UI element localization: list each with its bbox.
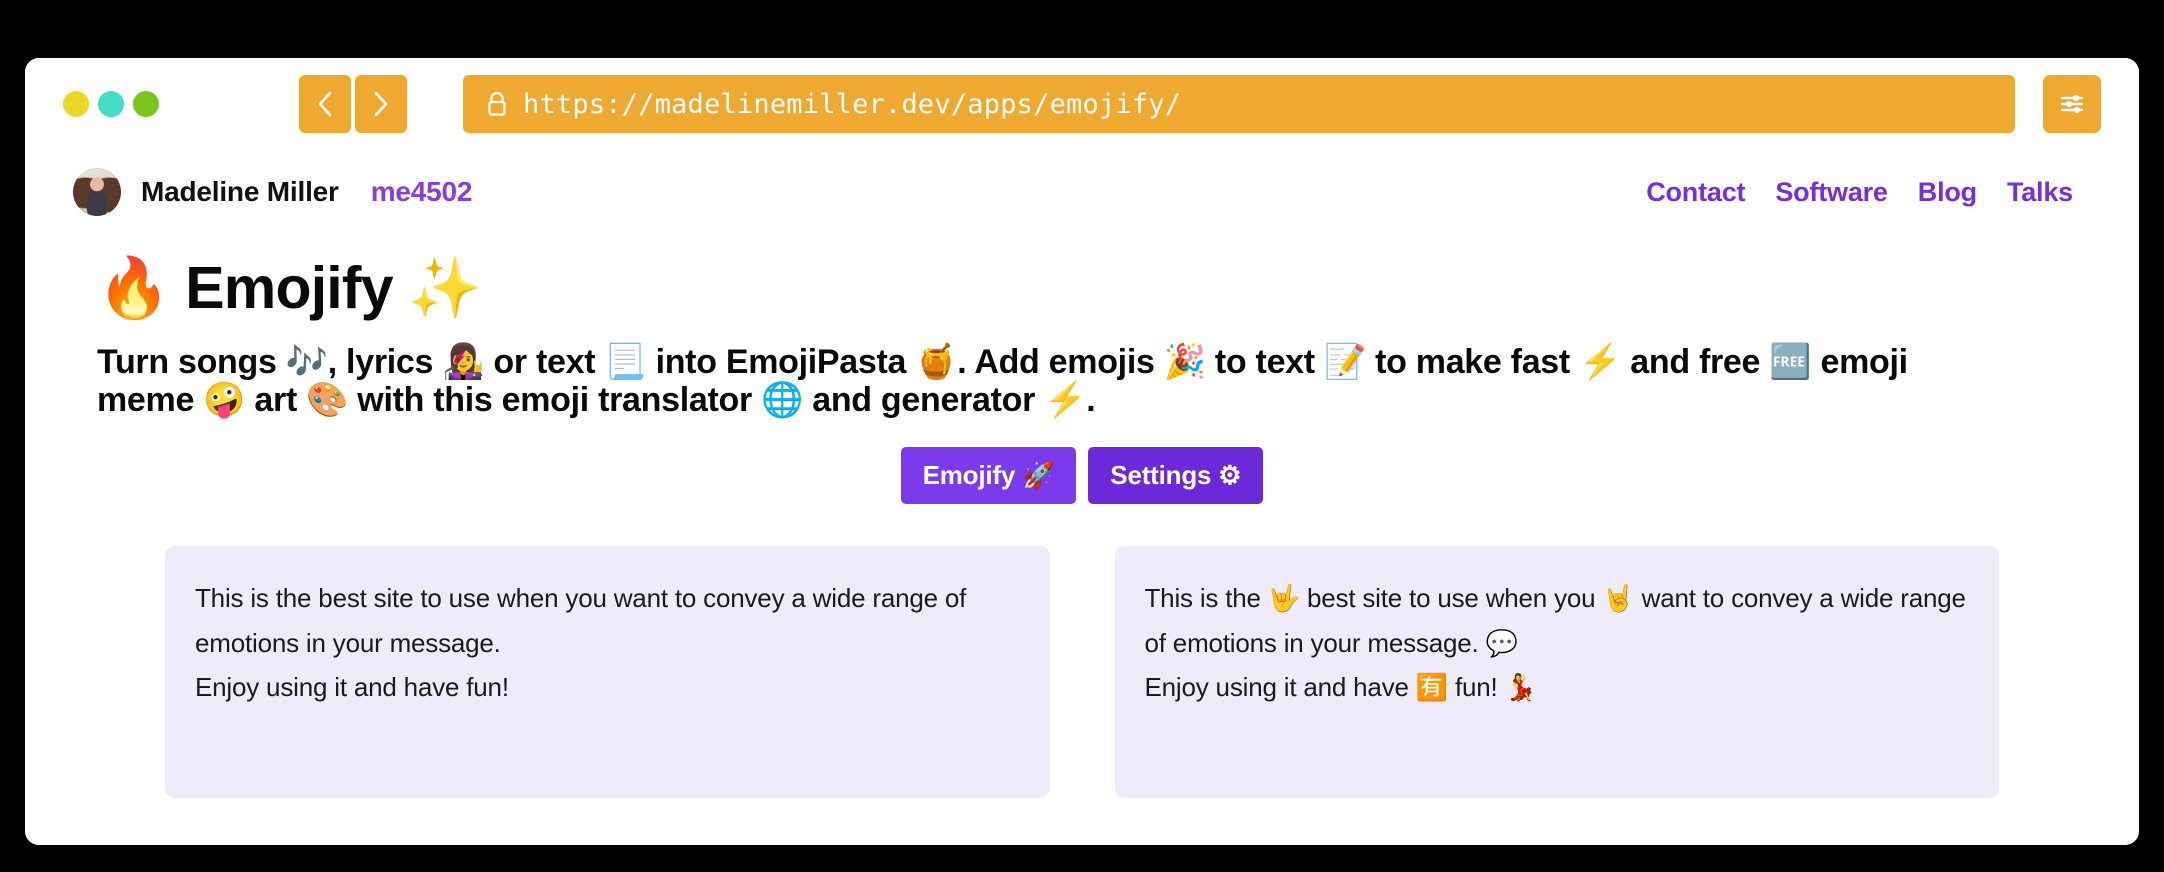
nav-link-contact[interactable]: Contact [1646,177,1745,208]
browser-toolbar: https://madelinemiller.dev/apps/emojify/ [25,58,2139,150]
input-text: This is the best site to use when you wa… [195,583,967,703]
nav-link-talks[interactable]: Talks [2007,177,2073,208]
brand-home-link[interactable]: Madeline Miller me4502 [73,168,472,216]
output-text: This is the 🤟 best site to use when you … [1144,583,1966,703]
page-title: 🔥 Emojify ✨ [97,255,482,321]
brand-handle: me4502 [370,176,473,207]
lock-icon [488,91,506,116]
chevron-left-icon [318,91,332,117]
action-buttons: Emojify 🚀 Settings ⚙ [73,447,2091,505]
brand-name: Madeline Miller [141,176,339,207]
address-bar-url: https://madelinemiller.dev/apps/emojify/ [523,88,1182,120]
avatar [73,168,121,216]
site-nav: Contact Software Blog Talks [1646,177,2091,208]
output-textarea[interactable]: This is the 🤟 best site to use when you … [1114,546,1999,799]
window-close-button[interactable] [133,91,159,117]
text-panels: This is the best site to use when you wa… [73,546,2091,799]
input-textarea[interactable]: This is the best site to use when you wa… [165,546,1050,799]
page-description: Turn songs 🎶, lyrics 👩‍🎤 or text 📃 into … [97,342,1908,419]
window-maximize-button[interactable] [98,91,124,117]
window-minimize-button[interactable] [63,91,89,117]
browser-menu-button[interactable] [2043,75,2101,133]
address-bar[interactable]: https://madelinemiller.dev/apps/emojify/ [463,75,2015,133]
navigation-buttons [299,75,407,133]
settings-button[interactable]: Settings ⚙ [1088,447,1264,505]
emojify-button[interactable]: Emojify 🚀 [900,447,1077,505]
site-header: Madeline Miller me4502 Contact Software … [73,150,2091,226]
nav-link-software[interactable]: Software [1775,177,1888,208]
nav-link-blog[interactable]: Blog [1918,177,1977,208]
browser-window: https://madelinemiller.dev/apps/emojify/… [25,58,2139,845]
chevron-right-icon [374,91,388,117]
back-button[interactable] [299,75,351,133]
page-content: Madeline Miller me4502 Contact Software … [25,150,2139,845]
forward-button[interactable] [355,75,407,133]
window-controls [63,91,159,117]
sliders-icon [2060,94,2084,114]
